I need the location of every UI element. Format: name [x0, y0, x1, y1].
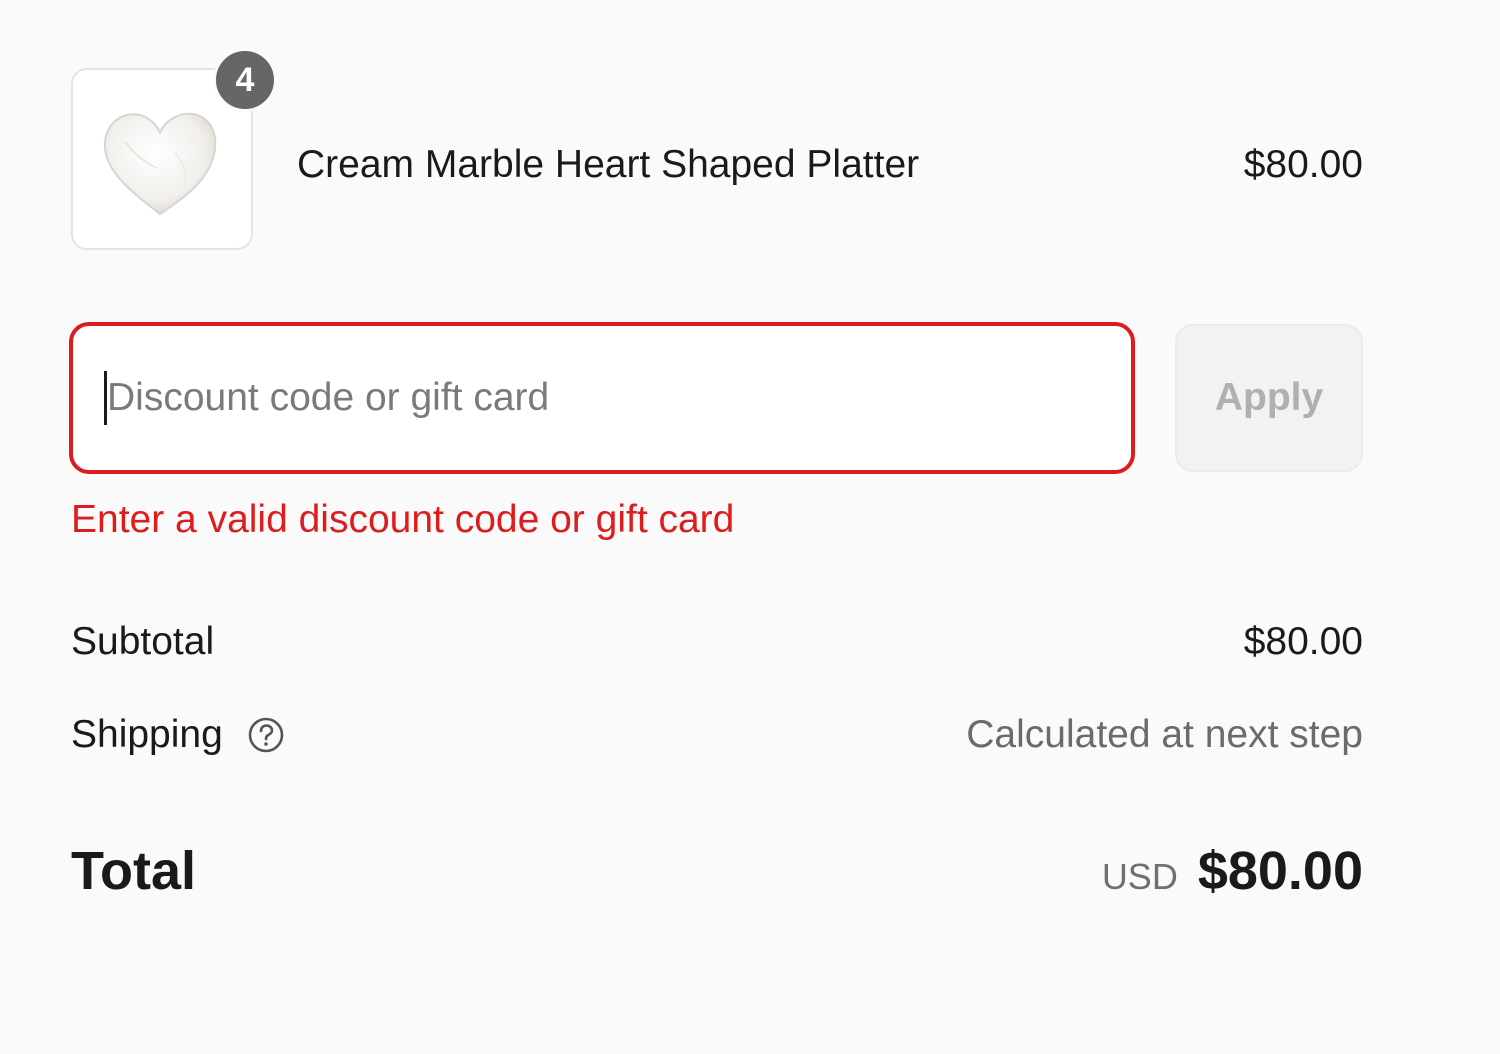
- total-label: Total: [71, 841, 196, 901]
- total-currency: USD: [1101, 856, 1178, 897]
- product-price: $80.00: [1243, 143, 1363, 186]
- total-value: $80.00: [1197, 841, 1363, 901]
- heart-platter-image: [103, 112, 217, 216]
- text-cursor: [104, 371, 107, 425]
- quantity-badge: 4: [213, 48, 277, 112]
- shipping-value: Calculated at next step: [966, 713, 1363, 756]
- order-summary: 4 Cream Marble Heart Shaped Platter $80.…: [0, 0, 1500, 1054]
- subtotal-value: $80.00: [1243, 620, 1363, 663]
- discount-code-input[interactable]: [69, 322, 1135, 474]
- apply-discount-button[interactable]: Apply: [1175, 324, 1363, 472]
- question-circle-icon[interactable]: [247, 716, 285, 754]
- discount-error-message: Enter a valid discount code or gift card: [71, 498, 735, 541]
- total-amount: USD $80.00: [1102, 840, 1363, 902]
- subtotal-label: Subtotal: [71, 620, 215, 663]
- product-name: Cream Marble Heart Shaped Platter: [297, 143, 920, 186]
- shipping-label: Shipping: [71, 713, 223, 756]
